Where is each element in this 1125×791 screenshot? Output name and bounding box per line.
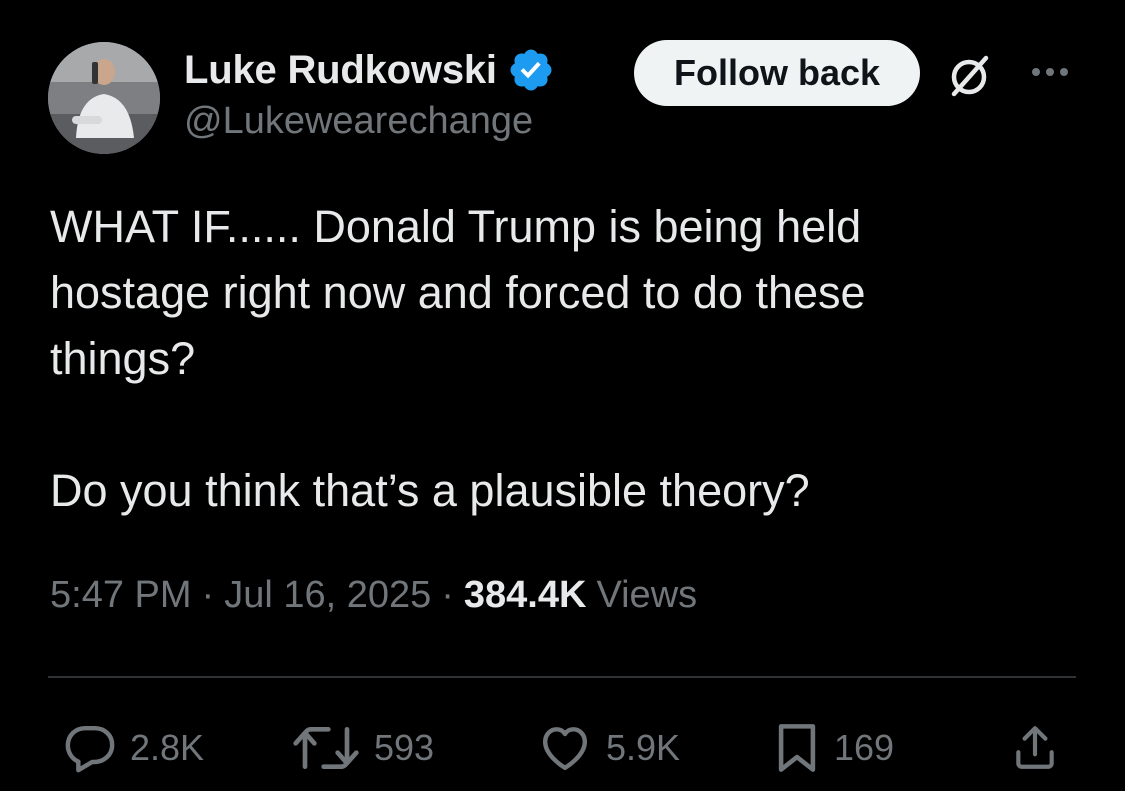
like-button[interactable]: 5.9K — [536, 720, 680, 776]
share-icon — [1016, 726, 1054, 769]
views-count[interactable]: 384.4K — [464, 574, 587, 617]
tweet-time[interactable]: 5:47 PM — [50, 574, 192, 617]
grok-icon[interactable] — [942, 48, 998, 104]
bookmark-icon — [778, 724, 816, 772]
repost-icon — [293, 727, 359, 769]
tweet-text: WHAT IF...... Donald Trump is being held… — [50, 194, 1080, 524]
tweet-date[interactable]: Jul 16, 2025 — [224, 574, 431, 617]
display-name[interactable]: Luke Rudkowski — [184, 48, 497, 93]
bookmark-button[interactable]: 169 — [772, 720, 894, 776]
verified-badge-icon — [510, 49, 552, 91]
reply-button[interactable]: 2.8K — [62, 720, 204, 776]
more-icon[interactable] — [1026, 54, 1074, 90]
repost-button[interactable]: 593 — [290, 720, 434, 776]
author-handle[interactable]: @Lukewearechange — [184, 100, 533, 143]
reply-icon — [65, 725, 115, 773]
views-label: Views — [596, 574, 698, 616]
avatar-image — [48, 42, 160, 154]
author-name-row[interactable]: Luke Rudkowski — [184, 44, 555, 96]
like-count: 5.9K — [606, 727, 681, 768]
tweet-paragraph: WHAT IF...... Donald Trump is being held… — [50, 201, 866, 384]
meta-separator: · — [201, 574, 215, 616]
follow-back-button[interactable]: Follow back — [634, 40, 920, 106]
tweet-meta: 5:47 PM · Jul 16, 2025 · 384.4K Views — [50, 574, 697, 617]
repost-count: 593 — [374, 727, 435, 768]
tweet-card: Luke Rudkowski @Lukewearechange Follow b… — [0, 0, 1125, 791]
reply-count: 2.8K — [130, 727, 205, 768]
avatar[interactable] — [48, 42, 160, 154]
tweet-paragraph: Do you think that’s a plausible theory? — [50, 465, 810, 516]
divider — [48, 676, 1076, 678]
share-button[interactable] — [1010, 720, 1060, 776]
bookmark-count: 169 — [834, 727, 895, 768]
heart-icon — [542, 727, 588, 771]
meta-separator: · — [441, 574, 454, 616]
